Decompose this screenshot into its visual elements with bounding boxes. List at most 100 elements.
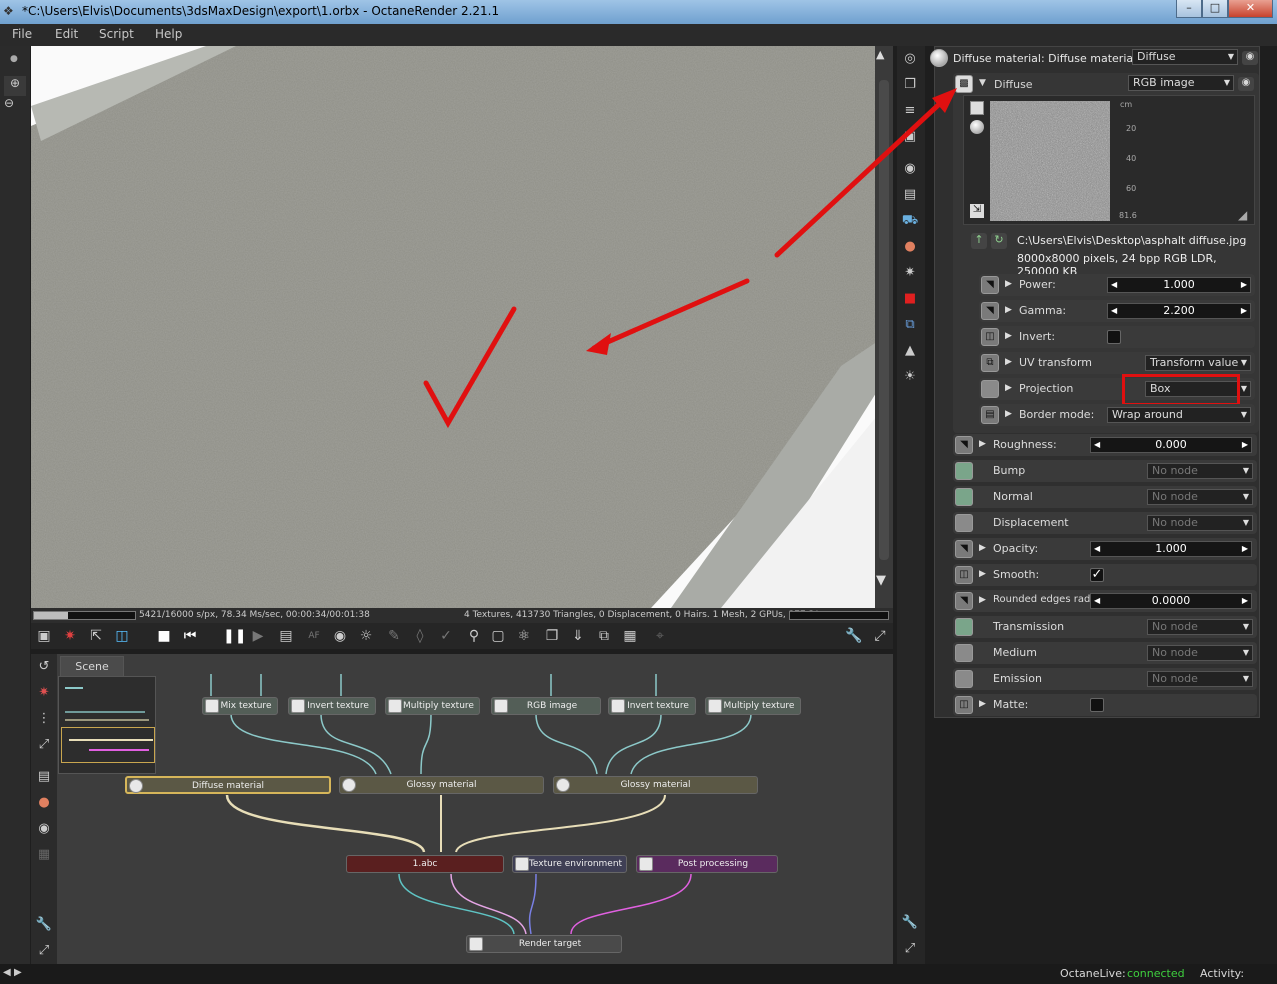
expand-triangle-icon[interactable]: ▶ <box>979 439 986 449</box>
medium-select[interactable]: No node ▼ <box>1147 645 1253 661</box>
cube-icon[interactable]: ◫ <box>113 627 131 645</box>
node-rgb-image[interactable]: RGB image <box>491 697 601 715</box>
menu-file[interactable]: File <box>12 27 32 41</box>
texture-slot-icon[interactable] <box>955 618 973 636</box>
projection-icon[interactable] <box>981 380 999 398</box>
resize-icon[interactable]: ⇲ <box>970 204 984 218</box>
stop-icon[interactable]: ■ <box>155 627 173 645</box>
power-slider[interactable]: ◀ 1.000 ▶ <box>1107 277 1251 293</box>
expand-triangle-icon[interactable]: ▶ <box>1005 331 1012 341</box>
bump-select[interactable]: No node ▼ <box>1147 463 1253 479</box>
sphere-icon[interactable]: ◉ <box>35 820 53 838</box>
node-mesh-1abc[interactable]: 1.abc <box>346 855 504 873</box>
increment-icon[interactable]: ▶ <box>1242 594 1248 608</box>
eye-icon[interactable]: ◉ <box>1242 51 1258 65</box>
display-icon[interactable]: ▤ <box>277 627 295 645</box>
menu-help[interactable]: Help <box>155 27 182 41</box>
emission-slot-icon[interactable] <box>955 670 973 688</box>
color-picker-icon[interactable]: ◉ <box>331 627 349 645</box>
resize-grip-icon[interactable]: ◢ <box>1238 208 1254 224</box>
decrement-icon[interactable]: ◀ <box>1094 438 1100 452</box>
uv-transform-select[interactable]: Transform value ▼ <box>1145 355 1251 371</box>
expand-triangle-icon[interactable]: ▶ <box>1005 383 1012 393</box>
checker-icon[interactable]: ▦ <box>621 627 639 645</box>
node-multiply-texture-1[interactable]: Multiply texture <box>385 697 480 715</box>
refresh-icon[interactable]: ↻ <box>991 233 1007 249</box>
recenter-icon[interactable]: ↺ <box>35 658 53 676</box>
lock-icon[interactable]: ⌖ <box>651 627 669 645</box>
bool-icon[interactable]: ◫ <box>955 696 973 714</box>
decal-icon[interactable]: ⚛ <box>515 627 533 645</box>
increment-icon[interactable]: ▶ <box>1242 438 1248 452</box>
expand-triangle-icon[interactable]: ▶ <box>1005 279 1012 289</box>
expand-icon[interactable]: ⤢ <box>35 736 53 754</box>
collapse-icon[interactable]: ⋮ <box>35 710 53 728</box>
decrement-icon[interactable]: ◀ <box>1111 304 1117 318</box>
diffuse-type-select[interactable]: RGB image ▼ <box>1128 75 1234 91</box>
texture-file-path[interactable]: C:\Users\Elvis\Desktop\asphalt diffuse.j… <box>1017 234 1246 247</box>
border-mode-select[interactable]: Wrap around ▼ <box>1107 407 1251 423</box>
node-invert-texture-2[interactable]: Invert texture <box>608 697 696 715</box>
gamma-slider[interactable]: ◀ 2.200 ▶ <box>1107 303 1251 319</box>
preview-sphere-icon[interactable] <box>970 120 984 134</box>
bool-icon[interactable]: ◫ <box>955 566 973 584</box>
decrement-icon[interactable]: ◀ <box>1094 542 1100 556</box>
opacity-slider[interactable]: ◀ 1.000 ▶ <box>1090 541 1252 557</box>
picture-icon[interactable]: ▲ <box>901 342 919 360</box>
expand-triangle-icon[interactable]: ▶ <box>1005 409 1012 419</box>
close-button[interactable]: ✕ <box>1228 0 1273 18</box>
node-glossy-material-2[interactable]: Glossy material <box>553 776 758 794</box>
fullscreen-icon[interactable]: ⤢ <box>871 627 889 645</box>
invert-checkbox[interactable] <box>1107 330 1121 344</box>
minimize-button[interactable]: – <box>1176 0 1202 18</box>
float-icon[interactable]: ◥ <box>955 540 973 558</box>
reload-arrow-icon[interactable]: ↑ <box>971 233 987 249</box>
blue-cube-icon[interactable]: ⧉ <box>901 316 919 334</box>
white-balance-icon[interactable]: ◊ <box>411 627 429 645</box>
layout-icon[interactable]: ▤ <box>35 768 53 786</box>
scroll-down-icon[interactable]: ▼ <box>876 573 886 588</box>
material-type-select[interactable]: Diffuse ▼ <box>1132 49 1238 65</box>
node-multiply-texture-2[interactable]: Multiply texture <box>705 697 801 715</box>
restart-icon[interactable]: ⏮ <box>181 627 199 645</box>
enum-icon[interactable]: ▤ <box>981 406 999 424</box>
node-invert-texture-1[interactable]: Invert texture <box>288 697 376 715</box>
left-arrow-icon[interactable]: ◀ <box>3 967 11 978</box>
node-minimap[interactable] <box>58 676 156 774</box>
droplet-icon[interactable]: ● <box>35 794 53 812</box>
play-icon[interactable]: ▶ <box>249 627 267 645</box>
roughness-slider[interactable]: ◀ 0.000 ▶ <box>1090 437 1252 453</box>
displacement-select[interactable]: No node ▼ <box>1147 515 1253 531</box>
zoom-in-icon[interactable]: ⊕ <box>4 76 26 96</box>
import-icon[interactable]: ⇓ <box>569 627 587 645</box>
copy-icon[interactable]: ❐ <box>543 627 561 645</box>
emission-select[interactable]: No node ▼ <box>1147 671 1253 687</box>
displacement-slot-icon[interactable] <box>955 514 973 532</box>
smooth-checkbox[interactable]: ✓ <box>1090 568 1104 582</box>
wrench-icon[interactable]: 🔧 <box>35 916 53 934</box>
tab-scene[interactable]: Scene <box>60 656 124 676</box>
transform-icon[interactable]: ⧉ <box>981 354 999 372</box>
node-render-target[interactable]: Render target <box>466 935 622 953</box>
preview-flat-icon[interactable] <box>970 101 984 115</box>
grid-icon[interactable]: ▦ <box>35 846 53 864</box>
focus-picker-icon[interactable]: ✎ <box>385 627 403 645</box>
increment-icon[interactable]: ▶ <box>1241 304 1247 318</box>
save-image-icon[interactable]: ▣ <box>35 627 53 645</box>
node-glossy-material-1[interactable]: Glossy material <box>339 776 544 794</box>
node-mix-texture[interactable]: Mix texture <box>202 697 278 715</box>
menu-script[interactable]: Script <box>99 27 134 41</box>
zoom-picker-icon[interactable]: ⚲ <box>465 627 483 645</box>
expand-triangle-icon[interactable]: ▶ <box>979 543 986 553</box>
texture-slot-icon[interactable] <box>955 462 973 480</box>
aperture-icon[interactable]: AF <box>305 627 323 645</box>
camera-icon[interactable]: ◎ <box>901 50 919 68</box>
float-icon[interactable]: ◥ <box>955 436 973 454</box>
increment-icon[interactable]: ▶ <box>1241 278 1247 292</box>
expand-triangle-icon[interactable]: ▶ <box>1005 357 1012 367</box>
pause-icon[interactable]: ❚❚ <box>223 627 246 645</box>
float-icon[interactable]: ◥ <box>955 592 973 610</box>
expand-triangle-icon[interactable]: ▶ <box>979 699 986 709</box>
maximize-button[interactable]: □ <box>1202 0 1228 18</box>
sun-icon[interactable]: ☀ <box>901 368 919 386</box>
